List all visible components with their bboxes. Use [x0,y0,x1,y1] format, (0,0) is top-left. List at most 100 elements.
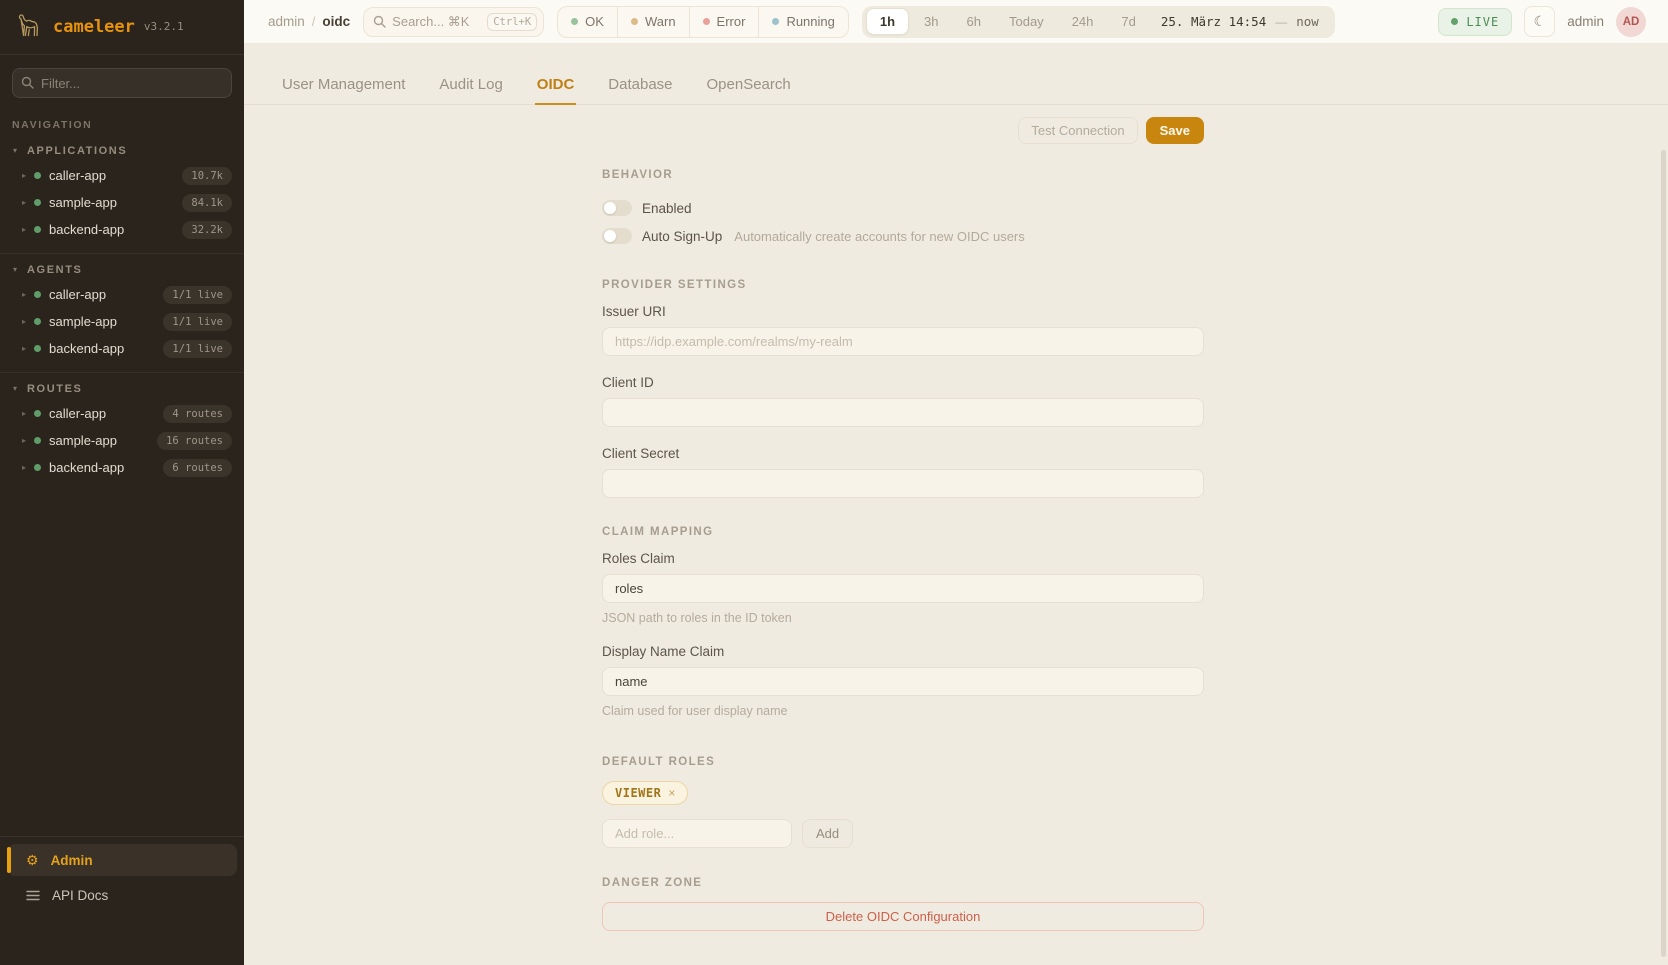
add-role-input[interactable] [602,819,792,848]
form-toolbar: Test Connection Save [602,117,1204,144]
sidebar-item-app-backend[interactable]: ▸ backend-app 32.2k [0,216,244,243]
breadcrumb-separator: / [312,14,316,29]
divider [0,836,244,837]
chevron-right-icon: ▸ [22,345,26,353]
filter-input[interactable] [12,68,232,98]
sidebar-item-app-caller[interactable]: ▸ caller-app 10.7k [0,162,244,189]
enabled-toggle[interactable] [602,200,632,216]
live-badge: 1/1 live [163,286,232,304]
ok-dot-icon [571,18,578,25]
sidebar: cameleer v3.2.1 NAVIGATION ▾ APPLICATION… [0,0,244,965]
chevron-right-icon: ▸ [22,291,26,299]
display-name-claim-input[interactable] [602,667,1204,696]
breadcrumb-current: oidc [322,14,350,29]
field-issuer-uri: Issuer URI [602,304,1204,356]
sidebar-item-agent-caller[interactable]: ▸ caller-app 1/1 live [0,281,244,308]
chevron-right-icon: ▸ [22,410,26,418]
test-connection-button[interactable]: Test Connection [1018,117,1137,144]
oidc-form: Test Connection Save BEHAVIOR Enabled Au… [602,117,1204,931]
toggle-row-auto-signup: Auto Sign-Up Automatically create accoun… [602,222,1204,250]
live-dot-icon [1451,18,1458,25]
count-badge: 32.2k [182,221,232,239]
time-to: now [1296,14,1319,29]
sidebar-item-route-sample[interactable]: ▸ sample-app 16 routes [0,427,244,454]
health-dot-icon [34,226,41,233]
toggle-knob [604,202,616,214]
breadcrumb: admin / oidc [268,14,350,29]
field-roles-claim: Roles Claim JSON path to roles in the ID… [602,551,1204,625]
nav-section-applications[interactable]: ▾ APPLICATIONS [0,137,244,162]
status-filter-running[interactable]: Running [758,7,847,37]
health-dot-icon [34,464,41,471]
sidebar-footer: ⚙ Admin API Docs [0,836,244,965]
status-filter-ok[interactable]: OK [558,7,617,37]
live-toggle[interactable]: LIVE [1438,8,1512,36]
tab-opensearch[interactable]: OpenSearch [705,65,793,105]
tab-oidc[interactable]: OIDC [535,65,577,105]
tab-audit-log[interactable]: Audit Log [437,65,504,105]
sidebar-item-route-caller[interactable]: ▸ caller-app 4 routes [0,400,244,427]
chevron-right-icon: ▸ [22,226,26,234]
username-label: admin [1567,14,1604,29]
tab-bar: User Management Audit Log OIDC Database … [244,65,1668,105]
search-icon [21,76,34,89]
save-button[interactable]: Save [1146,117,1204,144]
roles-claim-input[interactable] [602,574,1204,603]
app-version: v3.2.1 [144,20,184,33]
remove-role-icon[interactable]: × [668,786,675,800]
count-badge: 10.7k [182,167,232,185]
tab-user-management[interactable]: User Management [280,65,407,105]
sidebar-item-api-docs[interactable]: API Docs [7,880,237,910]
sidebar-item-route-backend[interactable]: ▸ backend-app 6 routes [0,454,244,481]
menu-icon [26,890,40,901]
main-area: admin / oidc Ctrl+K OK Warn Error [244,0,1668,965]
client-id-input[interactable] [602,398,1204,427]
time-from: 25. März 14:54 [1161,14,1266,29]
content-area: User Management Audit Log OIDC Database … [244,44,1668,965]
nav-section-agents[interactable]: ▾ AGENTS [0,256,244,281]
chevron-right-icon: ▸ [22,172,26,180]
avatar[interactable]: AD [1616,7,1646,37]
sidebar-item-admin[interactable]: ⚙ Admin [7,844,237,876]
time-separator: — [1275,15,1287,29]
tab-database[interactable]: Database [606,65,674,105]
status-filter-group: OK Warn Error Running [557,6,849,38]
section-title-behavior: BEHAVIOR [602,169,1204,181]
routes-badge: 6 routes [163,459,232,477]
time-range-1h[interactable]: 1h [866,8,909,35]
top-bar: admin / oidc Ctrl+K OK Warn Error [244,0,1668,44]
add-role-button[interactable]: Add [802,819,853,848]
top-bar-right: LIVE ☾ admin AD [1438,6,1646,37]
status-filter-warn[interactable]: Warn [617,7,689,37]
health-dot-icon [34,172,41,179]
sidebar-item-agent-backend[interactable]: ▸ backend-app 1/1 live [0,335,244,362]
delete-oidc-button[interactable]: Delete OIDC Configuration [602,902,1204,931]
health-dot-icon [34,410,41,417]
chevron-right-icon: ▸ [22,199,26,207]
toggle-knob [604,230,616,242]
time-range-7d[interactable]: 7d [1108,9,1148,34]
display-name-claim-hint: Claim used for user display name [602,704,1204,718]
client-secret-input[interactable] [602,469,1204,498]
time-range-24h[interactable]: 24h [1059,9,1107,34]
time-range-6h[interactable]: 6h [954,9,994,34]
auto-signup-toggle[interactable] [602,228,632,244]
divider [0,253,244,254]
search-input[interactable] [392,14,481,29]
time-range-today[interactable]: Today [996,9,1057,34]
theme-toggle-button[interactable]: ☾ [1524,6,1555,37]
sidebar-filter [12,68,232,98]
breadcrumb-parent[interactable]: admin [268,14,305,29]
issuer-uri-input[interactable] [602,327,1204,356]
section-title-claims: CLAIM MAPPING [602,526,1204,538]
sidebar-item-agent-sample[interactable]: ▸ sample-app 1/1 live [0,308,244,335]
scrollbar[interactable] [1661,150,1666,957]
health-dot-icon [34,199,41,206]
health-dot-icon [34,318,41,325]
status-filter-error[interactable]: Error [689,7,759,37]
section-title-provider: PROVIDER SETTINGS [602,279,1204,291]
global-search[interactable]: Ctrl+K [363,7,544,37]
nav-section-routes[interactable]: ▾ ROUTES [0,375,244,400]
time-range-3h[interactable]: 3h [911,9,951,34]
sidebar-item-app-sample[interactable]: ▸ sample-app 84.1k [0,189,244,216]
